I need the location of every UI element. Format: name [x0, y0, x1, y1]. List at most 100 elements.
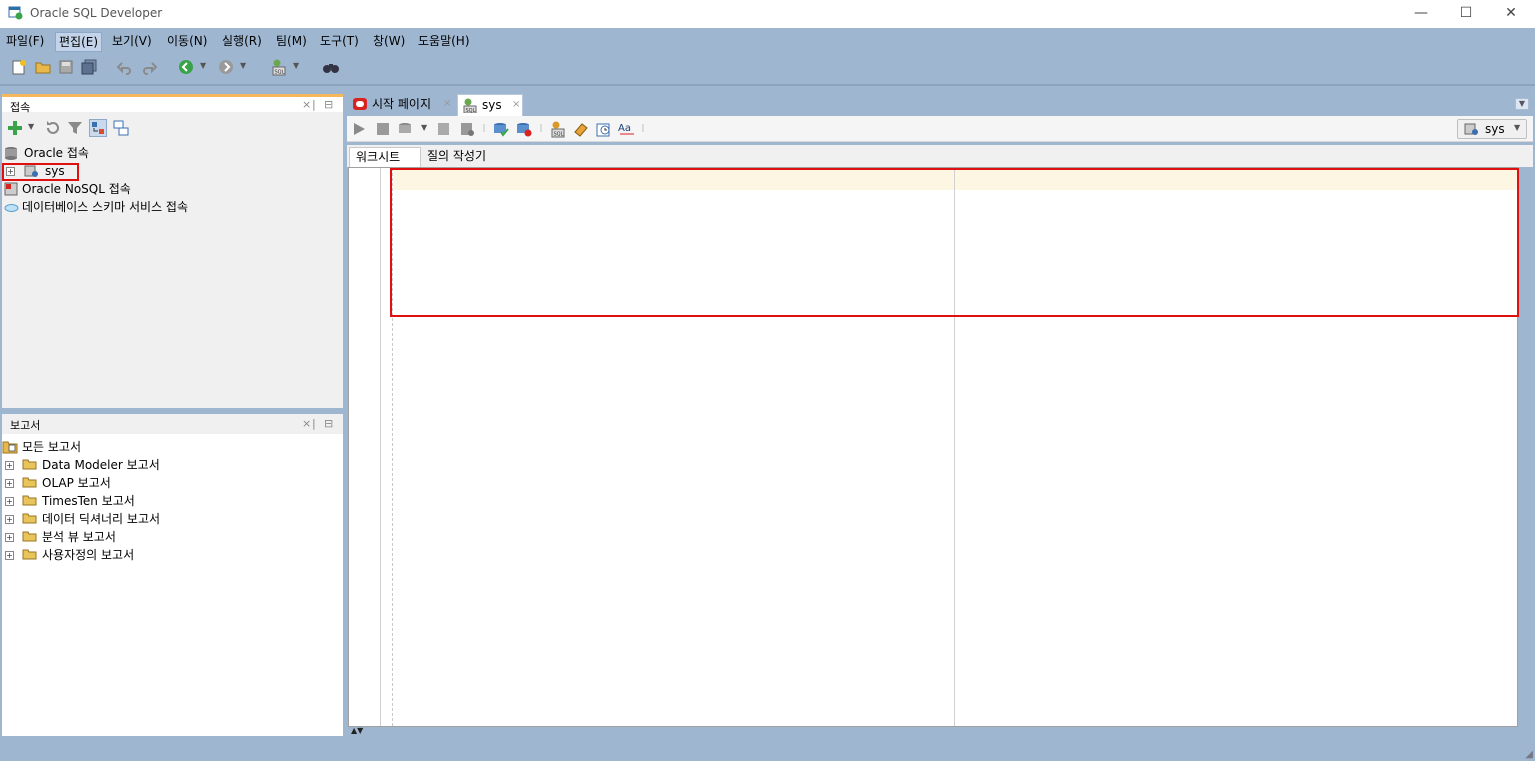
- tab-list-dropdown-icon[interactable]: ▼: [1515, 98, 1529, 110]
- menu-view[interactable]: 보기(V): [109, 32, 155, 52]
- window-title: Oracle SQL Developer: [30, 6, 163, 20]
- save-icon[interactable]: [57, 58, 75, 76]
- svg-text:SQL: SQL: [554, 132, 564, 138]
- back-icon[interactable]: [177, 58, 195, 76]
- highlight-editor-area: [390, 168, 1519, 317]
- sql-worksheet-icon[interactable]: SQL: [270, 58, 288, 76]
- connection-icon: [1464, 123, 1478, 135]
- nosql-icon: [4, 182, 18, 196]
- worksheet-toolbar: ▼ | | SQL Aa | sys ▼: [347, 116, 1533, 142]
- main-toolbar: ▼ ▼ SQL ▼: [0, 54, 1535, 82]
- panel-control-separator: |: [312, 417, 316, 430]
- tree-label: TimesTen 보고서: [42, 494, 135, 508]
- panel-minimize-icon[interactable]: ⊟: [324, 417, 333, 430]
- maximize-button[interactable]: ☐: [1456, 4, 1476, 22]
- rollback-icon[interactable]: [458, 120, 476, 138]
- tab-label: sys: [482, 98, 502, 112]
- panel-close-icon[interactable]: ×: [302, 417, 311, 430]
- expand-icon[interactable]: +: [5, 551, 14, 560]
- tree-label: 분석 뷰 보고서: [42, 530, 116, 544]
- close-window-button[interactable]: ✕: [1501, 4, 1521, 22]
- menu-run[interactable]: 실행(R): [219, 32, 265, 52]
- schema-browser-icon[interactable]: [89, 119, 107, 137]
- menu-edit[interactable]: 편집(E): [55, 32, 103, 52]
- new-file-icon[interactable]: [10, 58, 28, 76]
- svg-text:SQL: SQL: [466, 108, 476, 113]
- menu-file[interactable]: 파일(F): [3, 32, 47, 52]
- svg-text:Aa: Aa: [618, 123, 631, 134]
- connections-toolbar: ▼: [2, 115, 343, 141]
- svg-text:SQL: SQL: [275, 70, 285, 76]
- tab-start-page[interactable]: 시작 페이지 ×: [349, 94, 453, 116]
- resize-grip-icon[interactable]: ◢: [1525, 749, 1533, 760]
- sql-worksheet-icon: SQL: [463, 98, 477, 113]
- history-clock-icon[interactable]: [595, 120, 613, 138]
- manage-connections-icon[interactable]: [112, 119, 130, 137]
- panel-close-icon[interactable]: ×: [302, 98, 311, 111]
- oracle-logo-icon: [353, 98, 367, 110]
- toolbar-separator: |: [641, 123, 645, 132]
- tab-sys[interactable]: SQL sys ×: [457, 94, 523, 116]
- run-script-icon[interactable]: [374, 120, 392, 138]
- clear-eraser-icon[interactable]: [572, 120, 590, 138]
- tree-label: OLAP 보고서: [42, 476, 111, 490]
- connections-panel-title: 접속: [10, 101, 31, 114]
- folder-icon: [22, 531, 37, 542]
- split-arrows-icon[interactable]: ▲▼: [351, 726, 363, 735]
- worksheet-subtabs: 워크시트 질의 작성기: [347, 145, 1533, 167]
- back-dropdown-icon[interactable]: ▼: [200, 61, 206, 73]
- tab-close-icon[interactable]: ×: [443, 94, 451, 114]
- expand-icon[interactable]: +: [5, 479, 14, 488]
- chevron-down-icon: ▼: [1514, 123, 1521, 132]
- forward-icon[interactable]: [217, 58, 235, 76]
- menu-tools[interactable]: 도구(T): [317, 32, 362, 52]
- menu-bar: 파일(F) 편집(E) 보기(V) 이동(N) 실행(R) 팀(M) 도구(T)…: [0, 28, 1535, 54]
- forward-dropdown-icon[interactable]: ▼: [240, 61, 246, 73]
- minimize-button[interactable]: —: [1411, 4, 1431, 22]
- add-connection-icon[interactable]: [6, 119, 24, 137]
- connection-selector[interactable]: sys ▼: [1457, 119, 1527, 139]
- autotrace-dropdown-icon[interactable]: ▼: [421, 123, 427, 135]
- reports-panel-header: 보고서 × | ⊟: [2, 414, 343, 434]
- undo-icon[interactable]: [116, 58, 134, 76]
- autotrace-icon[interactable]: [397, 120, 415, 138]
- connections-panel: 접속 × | ⊟ ▼ Oracle 접속 + sys Oracle NoSQL …: [2, 94, 343, 408]
- tree-label: 데이터베이스 스키마 서비스 접속: [22, 200, 189, 214]
- tab-query-builder[interactable]: 질의 작성기: [421, 147, 492, 167]
- add-connection-dropdown-icon[interactable]: ▼: [28, 122, 34, 134]
- toolbar-separator: |: [482, 123, 486, 132]
- tab-worksheet[interactable]: 워크시트: [349, 147, 421, 167]
- panel-minimize-icon[interactable]: ⊟: [324, 98, 333, 111]
- reports-folder-icon: [2, 441, 18, 454]
- sql-history-icon[interactable]: SQL: [549, 120, 567, 138]
- sql-worksheet-dropdown-icon[interactable]: ▼: [293, 61, 299, 73]
- tab-close-icon[interactable]: ×: [512, 95, 520, 115]
- expand-icon[interactable]: +: [5, 515, 14, 524]
- binoculars-icon[interactable]: [322, 58, 340, 76]
- connections-panel-header: 접속 × | ⊟: [2, 94, 343, 114]
- editor-tab-strip: 시작 페이지 × SQL sys × ▼: [347, 92, 1533, 116]
- run-statement-icon[interactable]: [350, 120, 368, 138]
- menu-help[interactable]: 도움말(H): [415, 32, 473, 52]
- panel-control-separator: |: [312, 98, 316, 111]
- commit-icon[interactable]: [435, 120, 453, 138]
- folder-icon: [22, 459, 37, 470]
- redo-icon[interactable]: [140, 58, 158, 76]
- save-all-icon[interactable]: [80, 58, 98, 76]
- text-case-icon[interactable]: Aa: [618, 120, 636, 138]
- status-bar: ◢: [0, 736, 1535, 761]
- sql-developer-app-icon: [8, 6, 23, 20]
- expand-icon[interactable]: +: [5, 497, 14, 506]
- title-bar: Oracle SQL Developer — ☐ ✕: [0, 0, 1535, 28]
- filter-icon[interactable]: [66, 119, 84, 137]
- expand-icon[interactable]: +: [5, 533, 14, 542]
- menu-team[interactable]: 팀(M): [273, 32, 310, 52]
- menu-window[interactable]: 창(W): [370, 32, 408, 52]
- open-folder-icon[interactable]: [34, 58, 52, 76]
- folder-icon: [22, 549, 37, 560]
- explain-plan-icon[interactable]: [492, 120, 510, 138]
- sql-tuning-icon[interactable]: [515, 120, 533, 138]
- menu-navigate[interactable]: 이동(N): [164, 32, 210, 52]
- refresh-icon[interactable]: [44, 119, 62, 137]
- expand-icon[interactable]: +: [5, 461, 14, 470]
